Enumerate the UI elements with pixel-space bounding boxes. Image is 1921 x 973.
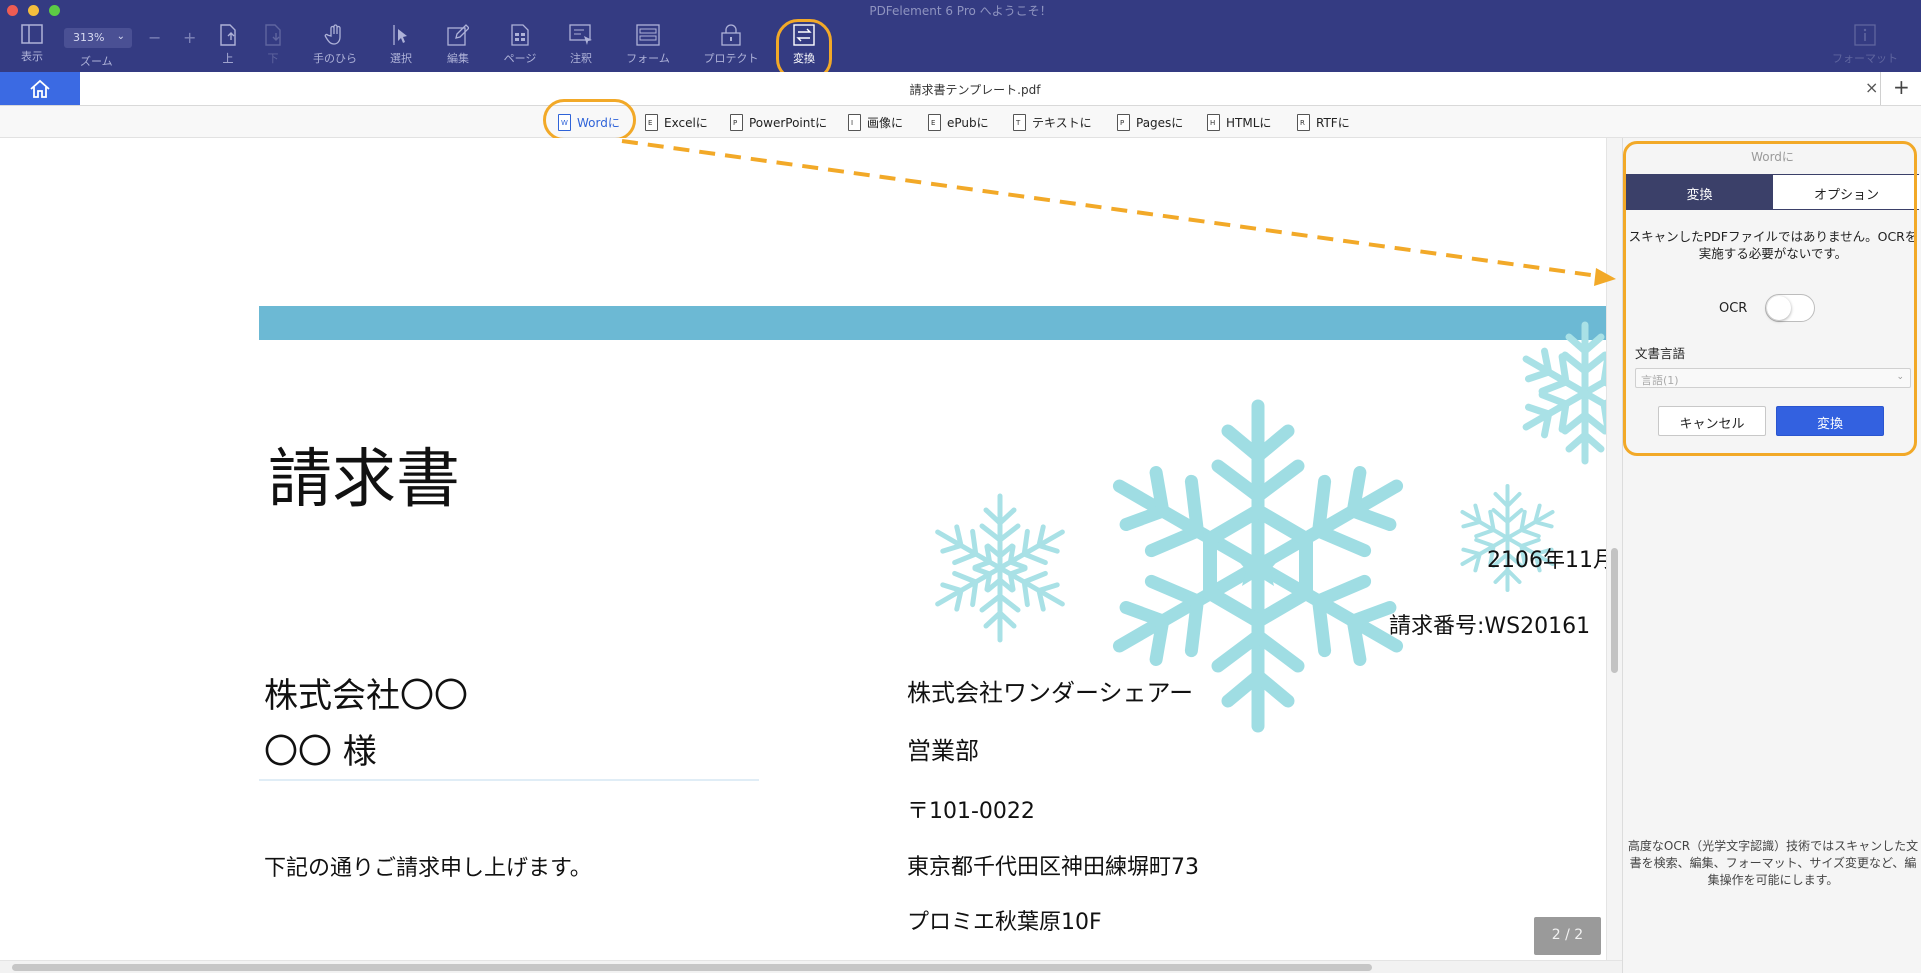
annotation-arrow xyxy=(621,139,1616,286)
pdfelement-window: PDFelement 6 Pro へようこそ！ 表示 313% ⌄ ズーム − … xyxy=(0,0,1921,973)
